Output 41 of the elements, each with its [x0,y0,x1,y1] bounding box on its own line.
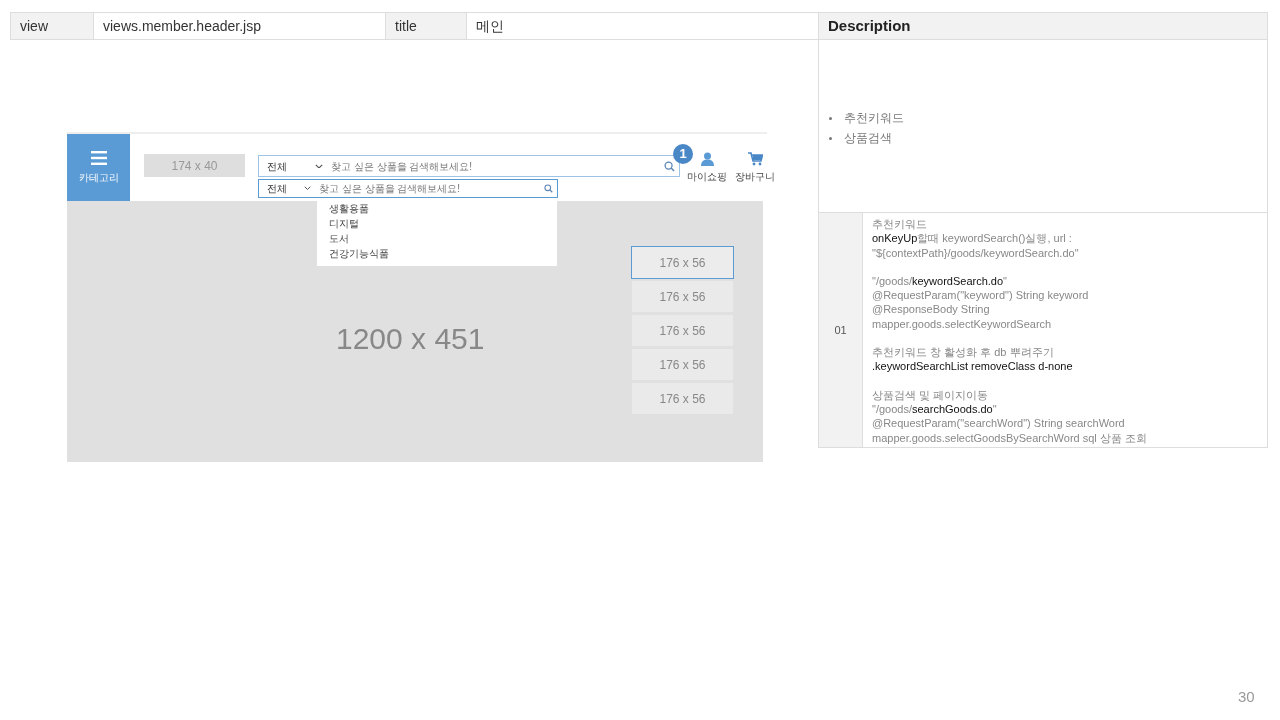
category-select[interactable]: 전체 [259,181,317,196]
chevron-icon [315,163,323,169]
code-line: mapper.goods.selectGoodsBySearchWord sql 상품 조회 [872,430,1147,445]
category-select[interactable]: 전체 [259,158,329,174]
callout-marker: 1 [673,144,693,164]
keyword-item[interactable]: 생활용품 [329,201,545,216]
code-line: "${contextPath}/goods/keywordSearch.do" [872,245,1080,260]
field-label: title [386,13,467,39]
code-line: .keywordSearchList removeClass d-none [872,359,1074,374]
description-heading: Description [819,13,1267,40]
field-label: view [11,13,94,39]
code-line: @ResponseBody String [872,302,991,317]
code-line: 상품검색 및 페이지이동 [872,387,990,402]
page-number: 30 [1238,687,1255,707]
search-bar[interactable]: 전체 찾고 싶은 상품을 검색해보세요! [258,179,558,198]
code-line: mapper.goods.selectKeywordSearch [872,316,1053,332]
code-line: "/goods/keywordSearch.do" [872,273,1008,289]
code-line: onKeyUp할때 keywordSearch()실행, url : [872,231,1073,246]
keyword-item[interactable]: 디지털 [329,216,545,231]
code-line: @RequestParam("searchWord") String searchWord [872,416,1126,431]
row-number: 01 [819,213,863,447]
cart-icon [747,152,763,166]
chevron-icon [304,186,311,191]
placeholder-size-label: 174 x 40 [171,157,218,175]
bullet-text: 상품검색 [844,130,892,147]
bullet-icon [829,116,832,120]
search-icon [544,184,553,193]
banner-size-label: 1200 x 451 [336,321,485,357]
user-icon [700,152,714,166]
code-line: 추천키워드 창 활성화 후 db 뿌려주기 [872,345,1055,360]
keyword-item[interactable]: 도서 [329,231,545,246]
bullet-icon [829,136,832,140]
header-link[interactable]: 장바구니 [735,152,775,184]
search-bar[interactable]: 전체 찾고 싶은 상품을 검색해보세요! [258,155,680,177]
keyword-item[interactable]: 건강기능식품 [329,246,545,261]
code-line: @RequestParam("keyword") String keyword [872,288,1090,303]
code-line: 추천키워드 [872,217,928,232]
bullet-text: 추천키워드 [844,110,904,127]
search-icon [664,160,675,172]
code-line: "/goods/searchGoods.do" [872,401,998,417]
menu-icon [90,150,107,165]
